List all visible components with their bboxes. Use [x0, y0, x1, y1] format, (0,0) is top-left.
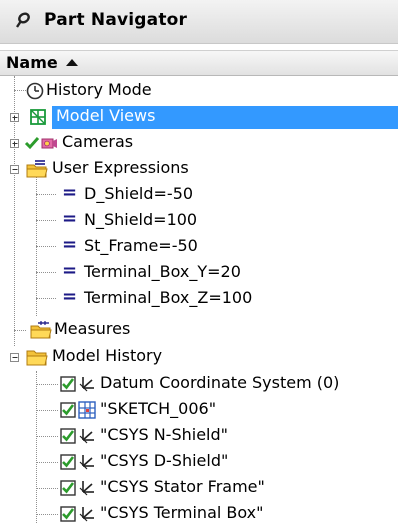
expression-label: N_Shield=100: [84, 210, 198, 229]
tree-item-measures[interactable]: Measures: [0, 317, 398, 343]
csys-icon: [79, 481, 94, 496]
tree-item-label: Measures: [54, 319, 131, 338]
expression-item[interactable]: = Terminal_Box_Y=20: [0, 260, 398, 286]
feature-label: "CSYS D-Shield": [100, 451, 229, 470]
feature-item[interactable]: "CSYS D-Shield": [0, 449, 398, 475]
feature-item[interactable]: Datum Coordinate System (0): [0, 371, 398, 397]
expression-label: Terminal_Box_Z=100: [84, 288, 253, 307]
tree-item-label: Model History: [52, 346, 163, 365]
checkbox-checked-icon[interactable]: [60, 428, 76, 444]
expression-item[interactable]: = D_Shield=-50: [0, 182, 398, 208]
checkbox-checked-icon[interactable]: [60, 454, 76, 470]
checkbox-checked-icon[interactable]: [60, 402, 76, 418]
sketch-icon: [78, 401, 96, 419]
expression-item[interactable]: = St_Frame=-50: [0, 234, 398, 260]
tree-item-user-expressions[interactable]: User Expressions: [0, 156, 398, 182]
feature-label: Datum Coordinate System (0): [100, 373, 340, 392]
equals-icon: =: [62, 260, 78, 281]
expression-item[interactable]: = N_Shield=100: [0, 208, 398, 234]
tree-item-model-views[interactable]: Model Views: [0, 104, 398, 130]
tree-item-label: User Expressions: [52, 158, 189, 177]
csys-icon: [79, 507, 94, 522]
sort-ascending-icon: [66, 59, 78, 66]
equals-icon: =: [62, 208, 78, 229]
expand-toggle[interactable]: [10, 139, 19, 148]
feature-label: "CSYS Terminal Box": [100, 503, 264, 522]
feature-item[interactable]: "CSYS N-Shield": [0, 423, 398, 449]
camera-icon: [41, 138, 57, 149]
collapse-toggle[interactable]: [10, 165, 19, 174]
checkbox-checked-icon[interactable]: [60, 506, 76, 522]
feature-label: "CSYS N-Shield": [100, 425, 228, 444]
expand-toggle[interactable]: [10, 113, 19, 122]
name-column-header[interactable]: Name: [0, 50, 398, 76]
model-views-icon: [30, 109, 46, 125]
expression-label: Terminal_Box_Y=20: [84, 262, 241, 281]
column-header-label: Name: [6, 53, 58, 72]
tree-item-label: Cameras: [62, 132, 134, 151]
equals-icon: =: [62, 286, 78, 307]
tree-item-cameras[interactable]: Cameras: [0, 130, 398, 156]
feature-item[interactable]: "CSYS Stator Frame": [0, 475, 398, 501]
clock-icon: [26, 82, 44, 100]
tree-item-label: Model Views: [56, 106, 156, 125]
panel-title: Part Navigator: [44, 10, 188, 30]
feature-item[interactable]: "SKETCH_006": [0, 397, 398, 423]
checkmark-icon: [24, 137, 40, 150]
feature-item[interactable]: "CSYS Terminal Box": [0, 501, 398, 527]
navigator-title-bar: Part Navigator: [0, 0, 398, 44]
equals-icon: =: [62, 182, 78, 203]
expression-label: St_Frame=-50: [84, 236, 198, 255]
collapse-toggle[interactable]: [10, 353, 19, 362]
csys-icon: [79, 429, 94, 444]
tree-item-label: History Mode: [46, 80, 152, 99]
equals-icon: =: [62, 234, 78, 255]
measures-folder-icon: [30, 321, 52, 339]
pin-icon[interactable]: [14, 11, 32, 31]
feature-label: "CSYS Stator Frame": [100, 477, 265, 496]
tree-item-model-history[interactable]: Model History: [0, 344, 398, 370]
feature-label: "SKETCH_006": [100, 399, 217, 418]
datum-csys-icon: [79, 377, 94, 392]
tree-item-history-mode[interactable]: History Mode: [0, 78, 398, 104]
expression-item[interactable]: = Terminal_Box_Z=100: [0, 286, 398, 312]
expressions-folder-icon: [26, 160, 48, 178]
expression-label: D_Shield=-50: [84, 184, 194, 203]
checkbox-checked-icon[interactable]: [60, 376, 76, 392]
checkbox-checked-icon[interactable]: [60, 480, 76, 496]
csys-icon: [79, 455, 94, 470]
part-navigator-tree: History Mode Model Views Cameras User Ex…: [0, 76, 398, 529]
model-history-folder-icon: [26, 350, 48, 366]
